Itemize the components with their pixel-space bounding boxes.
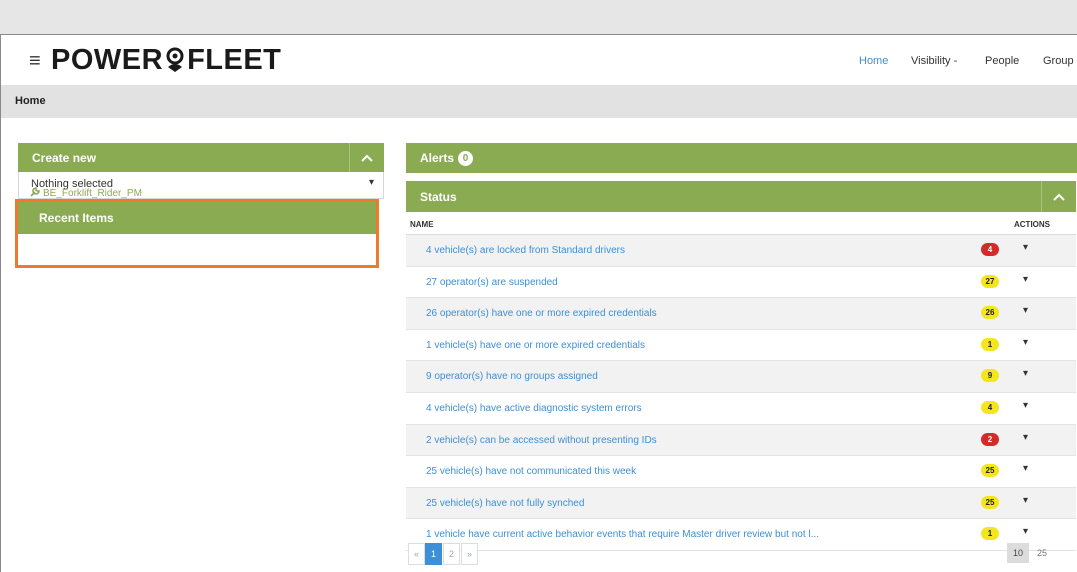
count-badge: 25 (981, 495, 999, 509)
table-row: 1 vehicle(s) have one or more expired cr… (406, 330, 1076, 362)
breadcrumb: Home (15, 95, 46, 107)
create-new-header: Create new (18, 143, 384, 172)
status-link[interactable]: 1 vehicle have current active behavior e… (426, 529, 819, 540)
status-link[interactable]: 25 vehicle(s) have not communicated this… (426, 466, 636, 477)
count-badge: 9 (981, 369, 999, 383)
table-row: 26 operator(s) have one or more expired … (406, 298, 1076, 330)
count-badge: 1 (981, 527, 999, 541)
status-table: 4 vehicle(s) are locked from Standard dr… (406, 235, 1076, 551)
count-badge: 26 (981, 306, 999, 320)
column-actions: ACTIONS (1014, 220, 1050, 229)
actions-dropdown-icon[interactable]: ▾ (1023, 400, 1028, 411)
status-link[interactable]: 27 operator(s) are suspended (426, 277, 558, 288)
table-row: 9 operator(s) have no groups assigned 9 ▾ (406, 361, 1076, 393)
count-badge: 4 (981, 243, 999, 256)
powerfleet-logo[interactable]: POWER FLEET (51, 44, 281, 81)
count-badge: 2 (981, 432, 999, 446)
nav-visibility[interactable]: Visibility - (911, 55, 957, 67)
actions-dropdown-icon[interactable]: ▾ (1023, 274, 1028, 285)
create-new-title: Create new (32, 151, 97, 165)
actions-dropdown-icon[interactable]: ▾ (1023, 305, 1028, 316)
wrench-icon (30, 187, 40, 197)
actions-dropdown-icon[interactable]: ▾ (1023, 526, 1028, 537)
count-badge: 4 (981, 400, 999, 414)
table-row: 4 vehicle(s) are locked from Standard dr… (406, 235, 1076, 267)
breadcrumb-bar: Home (1, 85, 1077, 118)
table-row: 25 vehicle(s) have not fully synched 25 ▾ (406, 487, 1076, 520)
status-link[interactable]: 4 vehicle(s) have active diagnostic syst… (426, 403, 642, 414)
chevron-up-icon (1053, 193, 1065, 201)
actions-dropdown-icon[interactable]: ▾ (1023, 432, 1028, 443)
actions-dropdown-icon[interactable]: ▾ (1023, 495, 1028, 506)
status-table-header: NAME ACTIONS (406, 212, 1076, 235)
top-navbar: ≡ POWER FLEET Home Visibility - People Gr… (1, 35, 1077, 85)
status-link[interactable]: 25 vehicle(s) have not fully synched (426, 498, 584, 509)
column-name: NAME (410, 220, 434, 229)
prev-page-button[interactable]: « (408, 543, 425, 565)
actions-dropdown-icon[interactable]: ▾ (1023, 242, 1028, 253)
table-row: 27 operator(s) are suspended 27 ▾ (406, 267, 1076, 299)
table-row: 25 vehicle(s) have not communicated this… (406, 456, 1076, 488)
count-badge: 25 (981, 464, 999, 478)
recent-items-title: Recent Items (39, 211, 114, 225)
collapse-status-button[interactable] (1041, 181, 1076, 212)
logo-text-left: POWER (51, 44, 164, 76)
status-link[interactable]: 4 vehicle(s) are locked from Standard dr… (426, 245, 625, 256)
alerts-count-badge: 0 (458, 151, 474, 166)
table-row: 4 vehicle(s) have active diagnostic syst… (406, 393, 1076, 425)
hamburger-icon[interactable]: ≡ (29, 51, 41, 71)
collapse-create-new-button[interactable] (349, 143, 384, 172)
right-panel: Alerts 0 Status NAME ACTIONS 4 vehicle(s)… (406, 143, 1077, 565)
pagination: « 1 2 » 10 25 (406, 541, 1076, 567)
status-link[interactable]: 1 vehicle(s) have one or more expired cr… (426, 340, 645, 351)
nav-groups[interactable]: Group (1043, 55, 1074, 67)
status-link[interactable]: 26 operator(s) have one or more expired … (426, 308, 657, 319)
logo-pin-icon (164, 47, 186, 81)
count-badge: 1 (981, 337, 999, 351)
actions-dropdown-icon[interactable]: ▾ (1023, 463, 1028, 474)
status-header: Status (406, 181, 1076, 212)
alerts-title: Alerts 0 (420, 151, 474, 166)
alerts-header[interactable]: Alerts 0 (406, 143, 1077, 173)
status-title: Status (420, 190, 457, 204)
chevron-up-icon (361, 154, 373, 162)
caret-down-icon: ▾ (368, 177, 374, 188)
page-size-10[interactable]: 10 (1007, 543, 1029, 563)
logo-text-right: FLEET (187, 44, 282, 76)
recent-item-link[interactable]: BE_Forklift_Rider_PM (30, 187, 142, 199)
recent-item-label: BE_Forklift_Rider_PM (43, 188, 142, 199)
recent-items-highlight: Recent Items (15, 199, 379, 268)
page-2-button[interactable]: 2 (443, 543, 460, 565)
status-link[interactable]: 9 operator(s) have no groups assigned (426, 371, 598, 382)
count-badge: 27 (981, 274, 999, 288)
left-panel: Create new Nothing selected ▾ Recent Ite… (15, 143, 384, 268)
next-page-button[interactable]: » (461, 543, 478, 565)
alerts-label: Alerts (420, 151, 455, 165)
app-window: ≡ POWER FLEET Home Visibility - People Gr… (0, 34, 1077, 572)
page-1-button[interactable]: 1 (425, 543, 442, 565)
actions-dropdown-icon[interactable]: ▾ (1023, 368, 1028, 379)
nav-home[interactable]: Home (859, 55, 888, 67)
recent-items-header: Recent Items (18, 202, 376, 234)
status-link[interactable]: 2 vehicle(s) can be accessed without pre… (426, 435, 657, 446)
actions-dropdown-icon[interactable]: ▾ (1023, 337, 1028, 348)
page-size-25[interactable]: 25 (1031, 543, 1053, 563)
table-row: 2 vehicle(s) can be accessed without pre… (406, 424, 1076, 457)
nav-people[interactable]: People (985, 55, 1019, 67)
